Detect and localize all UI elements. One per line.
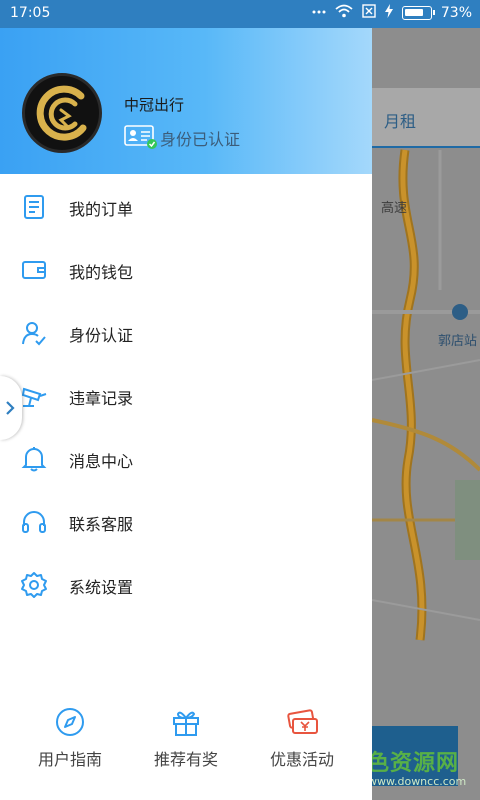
battery-percent: 73% xyxy=(440,5,472,21)
avatar[interactable] xyxy=(22,73,102,153)
menu-item-label: 我的订单 xyxy=(69,200,134,219)
status-bar: 17:05 73% xyxy=(0,0,480,28)
watermark-url: www.downcc.com xyxy=(368,775,467,788)
menu-item-label: 系统设置 xyxy=(69,578,134,597)
drawer-menu: 我的订单 我的钱包 身份认证 违章记录 消息中心 联系客服 系统设置 xyxy=(0,176,372,617)
menu-item-orders[interactable]: 我的订单 xyxy=(0,176,372,239)
bottom-nav-user-guide[interactable]: 用户指南 xyxy=(8,698,132,800)
map-station-label: 郭店站 xyxy=(438,334,478,349)
menu-item-settings[interactable]: 系统设置 xyxy=(0,554,372,617)
camera-icon xyxy=(20,382,48,410)
bottom-nav-label: 用户指南 xyxy=(37,750,102,769)
map-road-label: 高速 xyxy=(381,201,408,216)
menu-item-label: 联系客服 xyxy=(69,515,134,534)
compass-icon xyxy=(54,706,86,738)
coupon-icon xyxy=(286,706,318,738)
order-list-icon xyxy=(20,193,48,221)
charging-icon xyxy=(384,4,393,22)
menu-item-violations[interactable]: 违章记录 xyxy=(0,365,372,428)
user-name: 中冠出行 xyxy=(124,96,185,114)
menu-item-label: 我的钱包 xyxy=(69,263,134,282)
battery-icon xyxy=(401,6,435,20)
bottom-nav-label: 优惠活动 xyxy=(269,750,334,769)
wifi-icon xyxy=(335,4,353,22)
status-time: 17:05 xyxy=(10,5,51,21)
menu-item-wallet[interactable]: 我的钱包 xyxy=(0,239,372,302)
tab-monthly-rent[interactable]: 月租 xyxy=(384,108,416,132)
menu-item-label: 违章记录 xyxy=(69,389,134,408)
map-tabbar: 月租 xyxy=(372,88,480,148)
wallet-icon xyxy=(20,256,48,284)
bottom-nav-label: 推荐有奖 xyxy=(153,750,218,769)
bottom-nav-promotions[interactable]: 优惠活动 xyxy=(240,698,364,800)
menu-item-label: 消息中心 xyxy=(69,452,134,471)
menu-item-label: 身份认证 xyxy=(69,326,134,345)
drawer-header: 中冠出行 身份已认证 xyxy=(0,28,372,174)
gear-icon xyxy=(20,571,48,599)
battery-fill xyxy=(404,9,423,16)
brand-logo-icon xyxy=(36,85,87,141)
bottom-nav-referral[interactable]: 推荐有奖 xyxy=(124,698,248,800)
menu-item-messages[interactable]: 消息中心 xyxy=(0,428,372,491)
headset-icon xyxy=(20,508,48,536)
navigation-drawer: 中冠出行 身份已认证 我的订单 我的钱包 身份认证 违章记录 消息中心 联系客服… xyxy=(0,28,372,800)
no-sim-icon xyxy=(362,4,376,22)
station-icon xyxy=(452,304,468,320)
id-card-icon xyxy=(124,125,157,149)
id-verify-icon xyxy=(20,319,48,347)
bell-icon xyxy=(20,445,48,473)
menu-item-id-verify[interactable]: 身份认证 xyxy=(0,302,372,365)
signal-dots-icon xyxy=(312,5,326,21)
verified-status: 身份已认证 xyxy=(160,130,241,149)
drawer-bottom-nav: 用户指南 推荐有奖 优惠活动 xyxy=(0,698,372,800)
menu-item-customer-service[interactable]: 联系客服 xyxy=(0,491,372,554)
chevron-right-icon xyxy=(6,401,15,415)
gift-icon xyxy=(170,706,202,738)
